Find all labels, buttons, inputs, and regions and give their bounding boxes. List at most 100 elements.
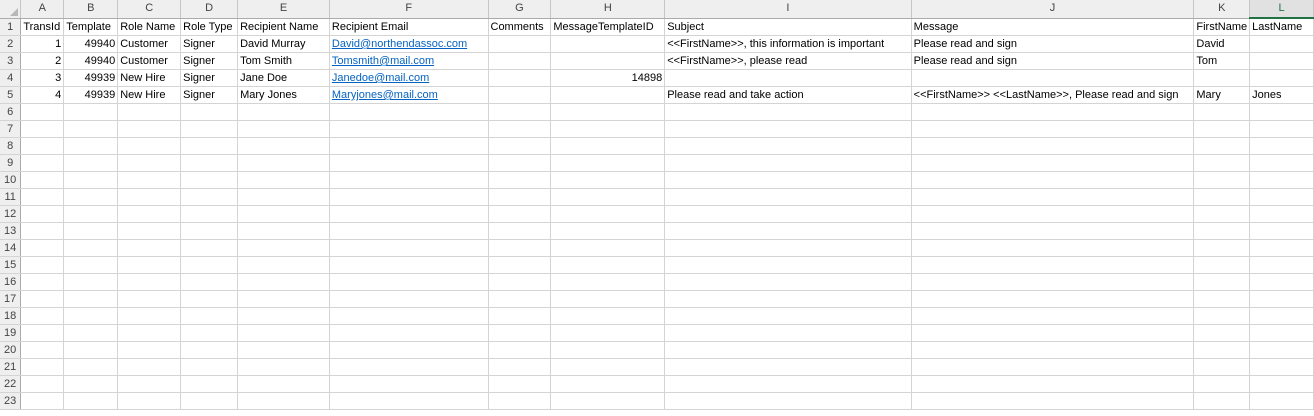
cell-comments[interactable] bbox=[488, 35, 552, 53]
empty-cell[interactable] bbox=[911, 392, 1195, 410]
empty-cell[interactable] bbox=[180, 137, 239, 155]
empty-cell[interactable] bbox=[329, 103, 489, 121]
empty-cell[interactable] bbox=[664, 154, 912, 172]
header-cell-transid[interactable]: TransId bbox=[20, 18, 65, 36]
row-header[interactable]: 1 bbox=[0, 18, 22, 36]
empty-cell[interactable] bbox=[180, 120, 239, 138]
empty-cell[interactable] bbox=[117, 324, 182, 342]
cell-subject[interactable]: <<FirstName>>, this information is impor… bbox=[664, 35, 912, 53]
empty-cell[interactable] bbox=[20, 324, 65, 342]
column-header-e[interactable]: E bbox=[237, 0, 330, 19]
empty-cell[interactable] bbox=[550, 222, 666, 240]
cell-recipient-name[interactable]: Tom Smith bbox=[237, 52, 330, 70]
column-header-l[interactable]: L bbox=[1249, 0, 1314, 19]
empty-cell[interactable] bbox=[63, 222, 119, 240]
empty-cell[interactable] bbox=[237, 324, 330, 342]
cell-recipient-email[interactable]: Janedoe@mail.com bbox=[329, 69, 489, 87]
empty-cell[interactable] bbox=[329, 273, 489, 291]
row-header[interactable]: 22 bbox=[0, 375, 22, 393]
row-header[interactable]: 4 bbox=[0, 69, 22, 87]
empty-cell[interactable] bbox=[488, 256, 552, 274]
empty-cell[interactable] bbox=[329, 239, 489, 257]
empty-cell[interactable] bbox=[1193, 307, 1251, 325]
empty-cell[interactable] bbox=[488, 188, 552, 206]
empty-cell[interactable] bbox=[664, 205, 912, 223]
empty-cell[interactable] bbox=[180, 290, 239, 308]
empty-cell[interactable] bbox=[488, 120, 552, 138]
select-all-corner[interactable] bbox=[0, 0, 22, 19]
empty-cell[interactable] bbox=[1193, 137, 1251, 155]
empty-cell[interactable] bbox=[550, 341, 666, 359]
cell-recipient-name[interactable]: Mary Jones bbox=[237, 86, 330, 104]
header-cell-template[interactable]: Template bbox=[63, 18, 119, 36]
header-cell-role-name[interactable]: Role Name bbox=[117, 18, 182, 36]
empty-cell[interactable] bbox=[63, 256, 119, 274]
empty-cell[interactable] bbox=[329, 324, 489, 342]
empty-cell[interactable] bbox=[117, 290, 182, 308]
header-cell-first-name[interactable]: FirstName bbox=[1193, 18, 1251, 36]
empty-cell[interactable] bbox=[63, 154, 119, 172]
empty-cell[interactable] bbox=[550, 188, 666, 206]
column-header-f[interactable]: F bbox=[329, 0, 489, 19]
empty-cell[interactable] bbox=[911, 324, 1195, 342]
empty-cell[interactable] bbox=[1193, 256, 1251, 274]
cell-transid[interactable]: 4 bbox=[20, 86, 65, 104]
cell-message-template-id[interactable] bbox=[550, 52, 666, 70]
column-header-k[interactable]: K bbox=[1193, 0, 1251, 19]
empty-cell[interactable] bbox=[329, 307, 489, 325]
row-header[interactable]: 3 bbox=[0, 52, 22, 70]
cell-comments[interactable] bbox=[488, 86, 552, 104]
empty-cell[interactable] bbox=[63, 375, 119, 393]
empty-cell[interactable] bbox=[329, 392, 489, 410]
empty-cell[interactable] bbox=[20, 307, 65, 325]
header-cell-message-template-id[interactable]: MessageTemplateID bbox=[550, 18, 666, 36]
header-cell-last-name[interactable]: LastName bbox=[1249, 18, 1314, 36]
row-header[interactable]: 14 bbox=[0, 239, 22, 257]
empty-cell[interactable] bbox=[63, 239, 119, 257]
empty-cell[interactable] bbox=[63, 358, 119, 376]
cell-subject[interactable]: <<FirstName>>, please read bbox=[664, 52, 912, 70]
empty-cell[interactable] bbox=[180, 188, 239, 206]
cell-transid[interactable]: 1 bbox=[20, 35, 65, 53]
row-header[interactable]: 13 bbox=[0, 222, 22, 240]
row-header[interactable]: 8 bbox=[0, 137, 22, 155]
empty-cell[interactable] bbox=[664, 188, 912, 206]
column-header-d[interactable]: D bbox=[180, 0, 239, 19]
empty-cell[interactable] bbox=[180, 273, 239, 291]
empty-cell[interactable] bbox=[329, 188, 489, 206]
empty-cell[interactable] bbox=[329, 137, 489, 155]
cell-comments[interactable] bbox=[488, 52, 552, 70]
empty-cell[interactable] bbox=[237, 103, 330, 121]
empty-cell[interactable] bbox=[664, 273, 912, 291]
empty-cell[interactable] bbox=[20, 341, 65, 359]
cell-recipient-email[interactable]: Maryjones@mail.com bbox=[329, 86, 489, 104]
empty-cell[interactable] bbox=[550, 290, 666, 308]
empty-cell[interactable] bbox=[117, 375, 182, 393]
empty-cell[interactable] bbox=[550, 358, 666, 376]
empty-cell[interactable] bbox=[664, 392, 912, 410]
cell-first-name[interactable]: Mary bbox=[1193, 86, 1251, 104]
empty-cell[interactable] bbox=[180, 171, 239, 189]
column-header-a[interactable]: A bbox=[20, 0, 65, 19]
empty-cell[interactable] bbox=[20, 358, 65, 376]
empty-cell[interactable] bbox=[1249, 256, 1314, 274]
empty-cell[interactable] bbox=[1249, 375, 1314, 393]
empty-cell[interactable] bbox=[1193, 154, 1251, 172]
cell-message[interactable]: <<FirstName>> <<LastName>>, Please read … bbox=[911, 86, 1195, 104]
empty-cell[interactable] bbox=[20, 137, 65, 155]
empty-cell[interactable] bbox=[664, 256, 912, 274]
empty-cell[interactable] bbox=[63, 273, 119, 291]
empty-cell[interactable] bbox=[63, 188, 119, 206]
cell-role-type[interactable]: Signer bbox=[180, 52, 239, 70]
empty-cell[interactable] bbox=[550, 307, 666, 325]
empty-cell[interactable] bbox=[63, 392, 119, 410]
empty-cell[interactable] bbox=[911, 341, 1195, 359]
empty-cell[interactable] bbox=[329, 341, 489, 359]
empty-cell[interactable] bbox=[1193, 341, 1251, 359]
empty-cell[interactable] bbox=[1249, 358, 1314, 376]
empty-cell[interactable] bbox=[550, 392, 666, 410]
empty-cell[interactable] bbox=[20, 103, 65, 121]
empty-cell[interactable] bbox=[117, 103, 182, 121]
row-header[interactable]: 5 bbox=[0, 86, 22, 104]
row-header[interactable]: 20 bbox=[0, 341, 22, 359]
